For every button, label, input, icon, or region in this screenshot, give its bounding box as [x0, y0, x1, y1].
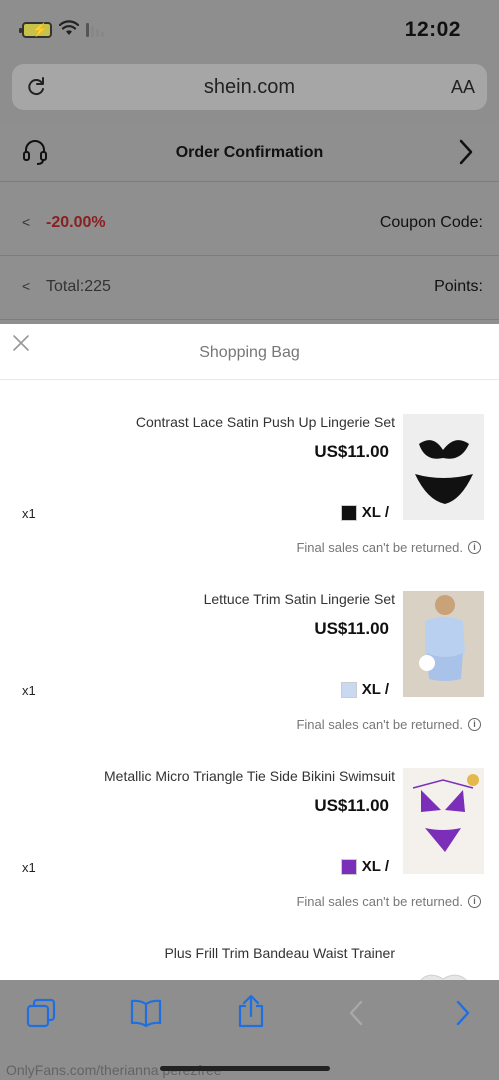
final-sale-text: Final sales can't be returned.	[296, 540, 463, 555]
info-icon: i	[468, 541, 481, 554]
item-size-label: XL /	[361, 681, 389, 698]
cart-item: Plus Frill Trim Bandeau Waist Trainer	[0, 911, 499, 980]
battery-icon: ⚡	[19, 22, 52, 38]
coupon-value: -20.00%	[46, 214, 106, 231]
sheet-title: Shopping Bag	[199, 344, 300, 361]
browser-toolbar: OnlyFans.com/therianna perezfree	[0, 980, 499, 1080]
item-quantity: x1	[22, 506, 36, 521]
final-sale-note: Final sales can't be returned. i	[296, 894, 481, 909]
cart-item: Contrast Lace Satin Push Up Lingerie Set…	[0, 380, 499, 557]
url-text[interactable]: shein.com	[12, 76, 487, 99]
final-sale-note: Final sales can't be returned. i	[296, 540, 481, 555]
sheet-header: Shopping Bag	[0, 324, 499, 380]
chevron-right-icon[interactable]	[459, 139, 473, 165]
home-indicator[interactable]	[160, 1066, 330, 1071]
chevron-left-icon: <	[22, 214, 31, 230]
points-row[interactable]: < Total:225 Points:	[0, 256, 499, 320]
tabs-icon[interactable]	[26, 998, 56, 1028]
item-name[interactable]: Plus Frill Trim Bandeau Waist Trainer	[164, 945, 395, 961]
text-size-button[interactable]: AA	[451, 77, 475, 98]
order-header: Order Confirmation	[0, 124, 499, 182]
item-size-label: XL /	[361, 858, 389, 875]
points-label: Points:	[434, 278, 483, 295]
product-image[interactable]	[403, 414, 484, 520]
color-swatch	[340, 858, 357, 875]
info-icon: i	[468, 895, 481, 908]
product-image[interactable]	[403, 591, 484, 697]
item-price: US$11.00	[314, 619, 389, 638]
status-bar: ⚡ 12:02	[0, 0, 499, 58]
coupon-row[interactable]: < -20.00% Coupon Code:	[0, 192, 499, 256]
browser-address-area: shein.com AA	[0, 58, 499, 124]
chevron-left-icon[interactable]	[348, 1000, 364, 1026]
status-time: 12:02	[404, 18, 461, 41]
bookmarks-icon[interactable]	[130, 998, 162, 1028]
color-swatch	[340, 681, 357, 698]
item-quantity: x1	[22, 683, 36, 698]
item-name[interactable]: Metallic Micro Triangle Tie Side Bikini …	[104, 768, 395, 784]
final-sale-text: Final sales can't be returned.	[296, 894, 463, 909]
item-quantity: x1	[22, 860, 36, 875]
coupon-label: Coupon Code:	[379, 214, 483, 231]
wifi-icon	[58, 20, 80, 35]
item-name[interactable]: Lettuce Trim Satin Lingerie Set	[204, 591, 395, 607]
color-swatch	[340, 504, 357, 521]
item-price: US$11.00	[314, 442, 389, 461]
item-size-label: XL /	[361, 504, 389, 521]
chevron-right-icon[interactable]	[455, 1000, 471, 1026]
product-image[interactable]	[403, 768, 484, 874]
final-sale-note: Final sales can't be returned. i	[296, 717, 481, 732]
item-name[interactable]: Contrast Lace Satin Push Up Lingerie Set	[136, 414, 395, 430]
cart-item: Lettuce Trim Satin Lingerie Set US$11.00…	[0, 557, 499, 734]
item-price: US$11.00	[314, 796, 389, 815]
page-behind-sheet: Order Confirmation < -20.00% Coupon Code…	[0, 124, 499, 324]
page-title: Order Confirmation	[175, 144, 324, 161]
url-bar[interactable]: shein.com AA	[12, 64, 487, 110]
item-size[interactable]: XL /	[340, 504, 389, 521]
item-size[interactable]: XL /	[340, 858, 389, 875]
cellular-signal-icon	[86, 21, 104, 37]
info-icon: i	[468, 718, 481, 731]
cart-item: Metallic Micro Triangle Tie Side Bikini …	[0, 734, 499, 911]
final-sale-text: Final sales can't be returned.	[296, 717, 463, 732]
share-icon[interactable]	[237, 994, 265, 1028]
product-image[interactable]	[403, 945, 484, 980]
chevron-left-icon: <	[22, 278, 31, 294]
item-size[interactable]: XL /	[340, 681, 389, 698]
shopping-bag-sheet: Shopping Bag Contrast Lace Satin Push Up…	[0, 324, 499, 980]
points-value: Total:225	[46, 278, 111, 295]
